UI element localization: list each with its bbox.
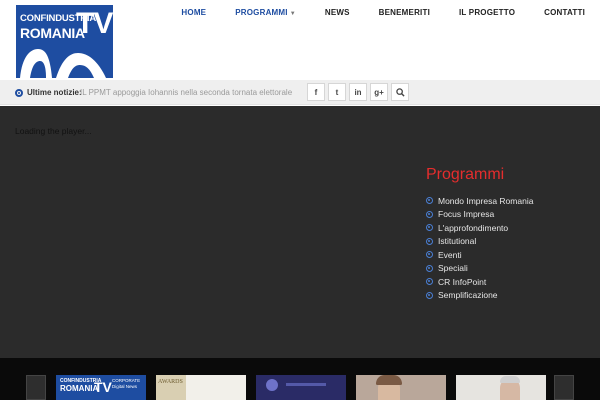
bullet-icon — [426, 197, 433, 205]
nav-news[interactable]: NEWS — [325, 8, 350, 17]
search-icon[interactable] — [391, 83, 409, 101]
bullet-icon — [426, 251, 433, 259]
main-nav: HOME PROGRAMMI ▼ NEWS BENEMERITI IL PROGE… — [152, 8, 585, 17]
nav-il-progetto[interactable]: IL PROGETTO — [459, 8, 515, 17]
nav-programmi-label: PROGRAMMI — [235, 8, 288, 17]
nav-contatti[interactable]: CONTATTI — [544, 8, 585, 17]
video-thumbnail[interactable]: CONFINDUSTRIA ROMANIA TV CORPORATE Digit… — [56, 375, 146, 400]
list-item[interactable]: CR InfoPoint — [426, 275, 533, 289]
chevron-down-icon: ▼ — [289, 11, 296, 17]
list-item[interactable]: L'approfondimento — [426, 221, 533, 235]
video-thumbnail[interactable] — [356, 375, 446, 400]
list-item[interactable]: Speciali — [426, 262, 533, 276]
carousel-next-button[interactable] — [554, 375, 574, 400]
nav-programmi[interactable]: PROGRAMMI ▼ — [235, 8, 296, 17]
nav-home[interactable]: HOME — [181, 8, 206, 17]
list-item[interactable]: Eventi — [426, 248, 533, 262]
bullet-icon — [426, 224, 433, 232]
bullet-icon — [426, 210, 433, 218]
list-item[interactable]: Mondo Impresa Romania — [426, 194, 533, 208]
ticker-bullet-icon — [15, 89, 23, 97]
site-logo[interactable]: CONFINDUSTRIA ROMANIA TV — [16, 5, 113, 78]
googleplus-icon[interactable]: g+ — [370, 83, 388, 101]
video-thumbnail[interactable] — [456, 375, 546, 400]
social-buttons: f t in g+ — [307, 83, 412, 101]
main-content: Loading the player... Programmi Mondo Im… — [0, 106, 600, 358]
video-carousel: CONFINDUSTRIA ROMANIA TV CORPORATE Digit… — [0, 358, 600, 400]
ticker-headline[interactable]: IL PPMT appoggia Iohannis nella seconda … — [80, 88, 292, 97]
linkedin-icon[interactable]: in — [349, 83, 367, 101]
bullet-icon — [426, 291, 433, 299]
player-loading-text: Loading the player... — [15, 126, 92, 136]
news-ticker: Ultime notizie: IL PPMT appoggia Iohanni… — [0, 80, 600, 105]
ticker-label: Ultime notizie: — [27, 88, 82, 97]
video-thumbnail[interactable] — [256, 375, 346, 400]
logo-mark-icon — [20, 49, 106, 78]
bullet-icon — [426, 278, 433, 286]
logo-tv: TV — [76, 7, 113, 40]
nav-benemeriti[interactable]: BENEMERITI — [379, 8, 430, 17]
list-item[interactable]: Istitutional — [426, 235, 533, 249]
bullet-icon — [426, 237, 433, 245]
programmi-title: Programmi — [426, 166, 505, 183]
facebook-icon[interactable]: f — [307, 83, 325, 101]
programmi-list: Mondo Impresa Romania Focus Impresa L'ap… — [426, 194, 533, 302]
list-item[interactable]: Semplificazione — [426, 289, 533, 303]
bullet-icon — [426, 264, 433, 272]
twitter-icon[interactable]: t — [328, 83, 346, 101]
carousel-prev-button[interactable] — [26, 375, 46, 400]
video-thumbnail[interactable]: AWARDS — [156, 375, 246, 400]
site-header: CONFINDUSTRIA ROMANIA TV HOME PROGRAMMI ▼… — [0, 0, 600, 80]
list-item[interactable]: Focus Impresa — [426, 208, 533, 222]
